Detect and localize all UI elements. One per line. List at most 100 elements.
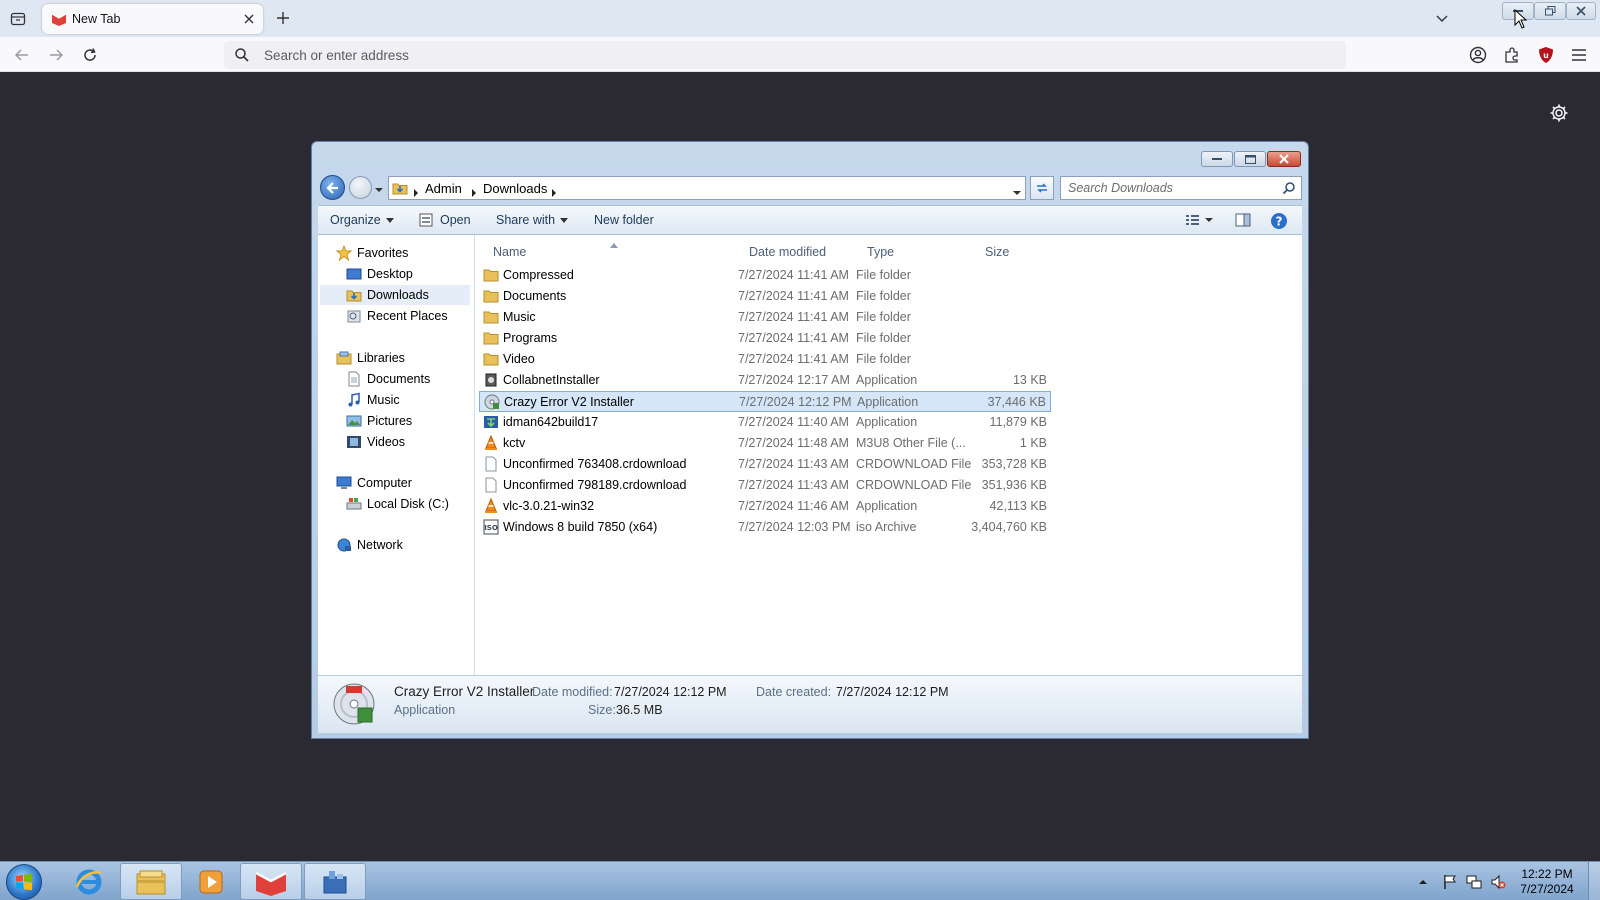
change-view-icon[interactable] — [1184, 212, 1202, 230]
nav-lib-pictures-label: Pictures — [367, 414, 413, 428]
explorer-address-bar[interactable]: Admin Downloads — [388, 176, 1026, 200]
show-hidden-icons-icon[interactable] — [1418, 874, 1428, 890]
nav-desktop-label: Desktop — [367, 267, 413, 281]
folder-icon — [483, 311, 499, 324]
new-tab-plus-icon[interactable] — [274, 9, 292, 27]
file-row[interactable]: Programs 7/27/2024 11:41 AM File folder — [479, 328, 1051, 349]
browser-navigation-bar: Search or enter address u — [0, 37, 1600, 72]
show-desktop-button[interactable] — [1588, 862, 1600, 900]
taskbar-clock[interactable]: 12:22 PM 7/27/2024 — [1512, 867, 1582, 897]
browser-restore-button[interactable] — [1534, 2, 1566, 20]
taskbar-app[interactable] — [304, 863, 366, 900]
nav-lib-videos[interactable]: Videos — [346, 432, 405, 452]
file-type: File folder — [856, 268, 911, 282]
recent-pages-dropdown-icon[interactable] — [374, 183, 384, 193]
network-status-icon[interactable] — [1466, 874, 1482, 890]
action-center-flag-icon[interactable] — [1442, 874, 1458, 890]
taskbar-browser[interactable] — [240, 863, 302, 900]
nav-libraries-label: Libraries — [357, 351, 405, 365]
file-row[interactable]: Unconfirmed 798189.crdownload 7/27/2024 … — [479, 475, 1051, 496]
back-arrow-icon[interactable] — [12, 45, 32, 65]
nav-recent-places[interactable]: Recent Places — [346, 306, 448, 326]
file-name: Music — [503, 310, 536, 324]
explorer-search-input[interactable]: Search Downloads — [1060, 176, 1302, 200]
browser-close-button[interactable] — [1566, 2, 1596, 20]
page-settings-gear-icon[interactable] — [1549, 103, 1569, 123]
taskbar-internet-explorer[interactable] — [58, 863, 120, 900]
file-row[interactable]: Music 7/27/2024 11:41 AM File folder — [479, 307, 1051, 328]
file-row[interactable]: vlc-3.0.21-win32 7/27/2024 11:46 AM Appl… — [479, 496, 1051, 517]
details-size: 36.5 MB — [616, 703, 663, 717]
preview-pane-icon[interactable] — [1234, 212, 1252, 230]
extensions-puzzle-icon[interactable] — [1502, 45, 1522, 65]
view-options-dropdown-icon[interactable] — [1204, 212, 1214, 230]
nav-network[interactable]: Network — [336, 535, 403, 555]
nav-lib-documents[interactable]: Documents — [346, 369, 430, 389]
forward-arrow-icon[interactable] — [46, 45, 66, 65]
taskbar-explorer[interactable] — [120, 863, 182, 900]
file-type: M3U8 Other File (... — [856, 436, 966, 450]
explorer-maximize-button[interactable] — [1234, 151, 1266, 167]
nav-computer[interactable]: Computer — [336, 473, 412, 493]
file-row[interactable]: ISO Windows 8 build 7850 (x64) 7/27/2024… — [479, 517, 1051, 538]
column-header-size[interactable]: Size — [985, 245, 1009, 259]
sidebar-toggle-icon[interactable] — [8, 9, 28, 29]
explorer-back-button[interactable] — [320, 175, 345, 200]
nav-local-disk[interactable]: Local Disk (C:) — [346, 494, 449, 514]
file-row[interactable]: idman642build17 7/27/2024 11:40 AM Appli… — [479, 412, 1051, 433]
address-bar[interactable]: Search or enter address — [224, 41, 1346, 69]
file-row[interactable]: Documents 7/27/2024 11:41 AM File folder — [479, 286, 1051, 307]
tab-list-chevron-icon[interactable] — [1433, 10, 1451, 28]
new-folder-button[interactable]: New folder — [594, 213, 654, 227]
clock-time: 12:22 PM — [1521, 867, 1573, 881]
explorer-forward-button[interactable] — [349, 176, 372, 199]
help-icon[interactable]: ? — [1270, 212, 1288, 230]
windows-taskbar: 12:22 PM 7/27/2024 — [0, 861, 1600, 900]
start-button[interactable] — [6, 864, 42, 900]
organize-button[interactable]: Organize — [330, 213, 394, 227]
details-date-modified-label: Date modified: — [532, 685, 613, 699]
ublock-shield-icon[interactable]: u — [1536, 45, 1556, 65]
column-header-name[interactable]: Name — [493, 245, 526, 259]
file-row-selected[interactable]: Crazy Error V2 Installer 7/27/2024 12:12… — [479, 391, 1051, 412]
nav-desktop[interactable]: Desktop — [346, 264, 413, 284]
file-date: 7/27/2024 11:40 AM — [738, 415, 849, 429]
navigation-pane: Favorites Desktop Downloads Recent Place… — [318, 235, 475, 675]
browser-tab[interactable]: New Tab — [42, 4, 263, 34]
column-header-date[interactable]: Date modified — [749, 245, 826, 259]
share-with-button[interactable]: Share with — [496, 213, 569, 227]
explorer-refresh-button[interactable] — [1030, 176, 1054, 200]
nav-lib-pictures[interactable]: Pictures — [346, 411, 412, 431]
menu-hamburger-icon[interactable] — [1569, 45, 1589, 65]
file-date: 7/27/2024 12:17 AM — [738, 373, 850, 387]
nav-lib-music[interactable]: Music — [346, 390, 400, 410]
explorer-close-button[interactable] — [1267, 151, 1301, 167]
breadcrumb-admin[interactable]: Admin — [425, 181, 462, 196]
tab-close-icon[interactable] — [241, 11, 257, 27]
breadcrumb-downloads[interactable]: Downloads — [483, 181, 547, 196]
volume-muted-icon[interactable] — [1490, 874, 1506, 890]
nav-favorites[interactable]: Favorites — [336, 243, 408, 263]
account-icon[interactable] — [1468, 45, 1488, 65]
windows-logo-icon — [16, 873, 32, 891]
file-row[interactable]: Compressed 7/27/2024 11:41 AM File folde… — [479, 265, 1051, 286]
address-dropdown-icon[interactable] — [1013, 185, 1021, 195]
file-row[interactable]: Video 7/27/2024 11:41 AM File folder — [479, 349, 1051, 370]
taskbar-media-player[interactable] — [180, 863, 242, 900]
file-type: File folder — [856, 352, 911, 366]
file-date: 7/27/2024 11:48 AM — [738, 436, 849, 450]
nav-libraries[interactable]: Libraries — [336, 348, 405, 368]
file-row[interactable]: kctv 7/27/2024 11:48 AM M3U8 Other File … — [479, 433, 1051, 454]
column-header-type[interactable]: Type — [867, 245, 894, 259]
sort-ascending-icon — [610, 236, 618, 248]
details-file-kind: Application — [394, 703, 456, 717]
explorer-minimize-button[interactable] — [1201, 151, 1233, 167]
reload-icon[interactable] — [80, 45, 100, 65]
folder-icon — [483, 269, 499, 282]
file-row[interactable]: CollabnetInstaller 7/27/2024 12:17 AM Ap… — [479, 370, 1051, 391]
open-button[interactable]: Open — [440, 213, 471, 227]
nav-downloads[interactable]: Downloads — [320, 285, 470, 305]
file-row[interactable]: Unconfirmed 763408.crdownload 7/27/2024 … — [479, 454, 1051, 475]
details-pane: Crazy Error V2 Installer Application Dat… — [318, 675, 1302, 733]
file-size: 1 KB — [1019, 436, 1047, 450]
